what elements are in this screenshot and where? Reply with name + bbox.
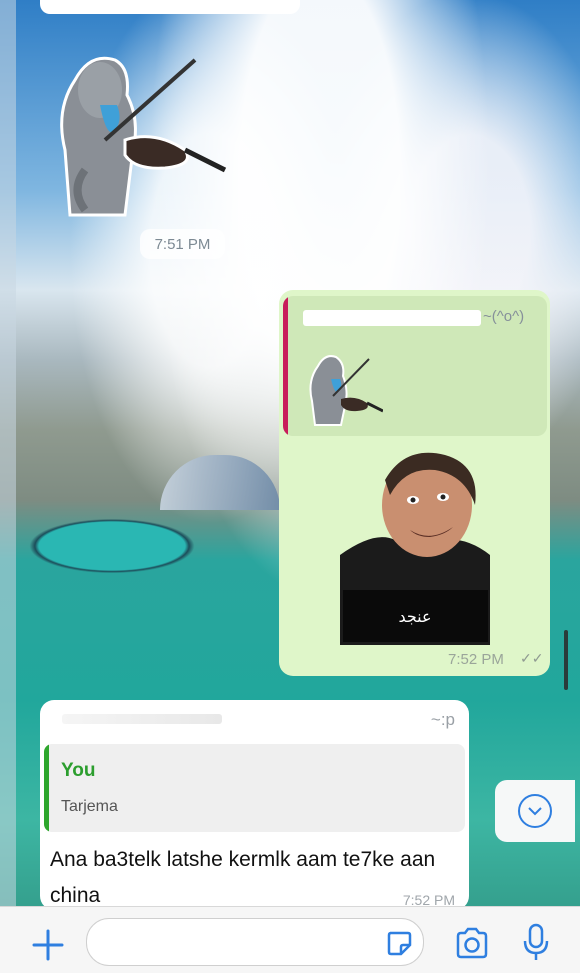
sticker-caption: عنجد [398, 607, 432, 626]
double-check-icon: ✓✓ [520, 650, 544, 666]
quote-accent-bar [44, 744, 49, 832]
wallpaper-island [18, 515, 206, 577]
incoming-message-text: Ana ba3telk latshe kermlk aam te7ke aan … [50, 848, 436, 907]
scroll-to-bottom-button[interactable] [495, 780, 575, 842]
scroll-indicator[interactable] [564, 630, 568, 690]
quote-text: Tarjema [61, 798, 118, 815]
reply-accent-bar [283, 296, 288, 436]
reply-preview[interactable]: ~(^o^) [283, 296, 547, 436]
incoming-sender-suffix: ~:p [430, 710, 455, 729]
message-input[interactable] [103, 919, 387, 965]
reply-sender-name-redacted [303, 310, 481, 326]
camera-icon[interactable] [454, 927, 490, 959]
chevron-down-icon [518, 794, 552, 828]
microphone-icon[interactable] [522, 923, 550, 963]
previous-message-bubble[interactable] [40, 0, 300, 14]
time-chip: 7:51 PM [140, 229, 225, 259]
quoted-message[interactable]: You Tarjema [44, 744, 465, 832]
plus-icon[interactable] [30, 927, 66, 963]
sticker-icon[interactable] [385, 929, 413, 957]
left-edge [0, 0, 16, 910]
quote-author: You [61, 760, 96, 781]
reply-sender-suffix: ~(^o^) [483, 308, 525, 325]
violin-dog-sticker-thumbnail [309, 355, 383, 426]
incoming-sender-name-redacted [62, 714, 222, 724]
incoming-message-bubble[interactable]: ~:p You Tarjema Ana ba3telk latshe kerml… [40, 700, 469, 910]
violin-dog-sticker[interactable] [40, 50, 230, 220]
message-composer [0, 906, 580, 973]
outgoing-message-time: 7:52 PM [448, 651, 504, 668]
meme-sticker[interactable]: عنجد [335, 445, 495, 645]
message-input-field[interactable] [86, 918, 424, 966]
